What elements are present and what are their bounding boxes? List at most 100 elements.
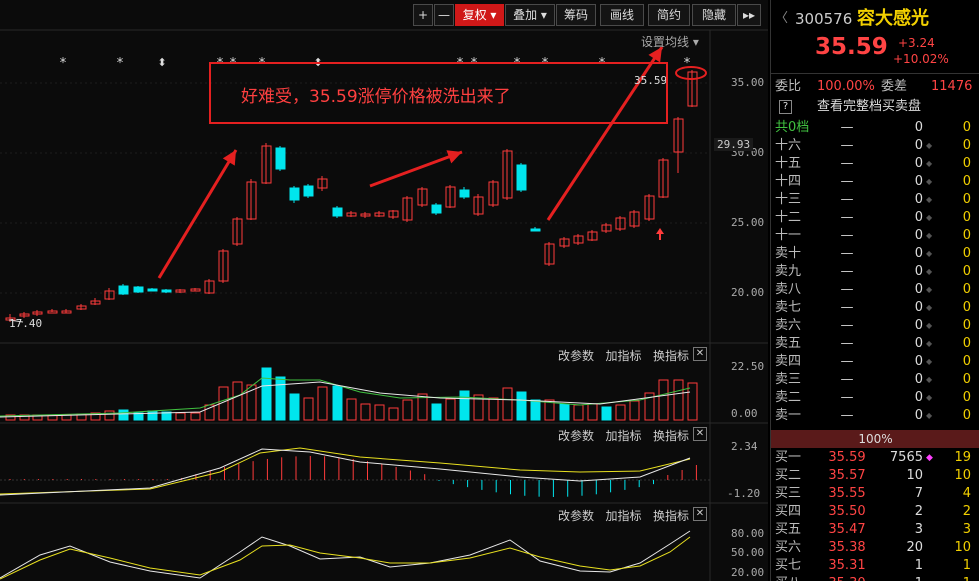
sell-level-label: 卖七 [775, 300, 802, 315]
gaicanshu-button[interactable]: 改参数 [558, 509, 594, 523]
buy-row[interactable]: 买二 35.57 10 10 [771, 467, 979, 485]
gaicanshu-button[interactable]: 改参数 [558, 349, 594, 363]
sell-row[interactable]: 卖二 —0 ◆ 0 [771, 389, 979, 407]
sell-qty: 0 [914, 408, 923, 423]
buy-row[interactable]: 买七 35.31 1 1 [771, 557, 979, 575]
chouma-button[interactable]: 筹码 [556, 4, 596, 26]
buy-level-label: 买七 [775, 558, 802, 573]
buy-qty: 7 [914, 486, 923, 501]
sell-row[interactable]: 卖六 —0 ◆ 0 [771, 317, 979, 335]
buy-row[interactable]: 买一 35.59 7565 ◆ 19 [771, 449, 979, 467]
sell-row[interactable]: 十六 —0 ◆ 0 [771, 137, 979, 155]
buy-level-label: 买四 [775, 504, 802, 519]
candle-body [161, 289, 172, 293]
fuquan-button[interactable]: 复权 ▾ [455, 4, 504, 26]
sell-row[interactable]: 十三 —0 ◆ 0 [771, 191, 979, 209]
sell-summary-row[interactable]: 共0档 — 0 0 [771, 119, 979, 137]
buy-row[interactable]: 买六 35.38 20 10 [771, 539, 979, 557]
zoom-in-button[interactable]: + [413, 4, 433, 26]
diejia-button[interactable]: 叠加 ▾ [505, 4, 555, 26]
huanzhibiao-button[interactable]: 换指标 [653, 509, 689, 523]
buy-price: 35.50 [828, 504, 866, 519]
sell-row[interactable]: 卖四 —0 ◆ 0 [771, 353, 979, 371]
panel3-close-icon[interactable]: ✕ [693, 507, 707, 521]
full-orderbook-link[interactable]: ? 查看完整档买卖盘 [771, 98, 979, 118]
buy-count: 10 [954, 540, 971, 555]
huaxian-button[interactable]: 画线 [600, 4, 644, 26]
diamond-icon: ◆ [926, 411, 933, 420]
volume-bar [374, 404, 385, 421]
sell-row[interactable]: 卖八 —0 ◆ 0 [771, 281, 979, 299]
candle-body [147, 288, 158, 292]
buy-qty: 20 [906, 540, 923, 555]
panel1-close-icon[interactable]: ✕ [693, 347, 707, 361]
jianyue-button[interactable]: 简约 [648, 4, 690, 26]
annotation-circle [675, 66, 707, 80]
fuquan-label: 复权 [462, 8, 487, 22]
sell-level-label: 卖九 [775, 264, 802, 279]
buy-count: 2 [962, 504, 971, 519]
buy-row[interactable]: 买三 35.55 7 4 [771, 485, 979, 503]
volume-bar [204, 404, 215, 421]
annotation-text: 好难受，35.59涨停价格被洗出来了 [241, 87, 511, 107]
sell-row[interactable]: 卖五 —0 ◆ 0 [771, 335, 979, 353]
buy-price: 35.38 [828, 540, 866, 555]
macd-dea-line [0, 447, 691, 495]
sell-level-label: 十五 [775, 156, 802, 171]
jiazhibiao-button[interactable]: 加指标 [605, 349, 641, 363]
buy-row[interactable]: 买五 35.47 3 3 [771, 521, 979, 539]
volume-bar [601, 406, 612, 421]
jiazhibiao-button[interactable]: 加指标 [605, 429, 641, 443]
buy-level-label: 买一 [775, 450, 802, 465]
volume-bar [488, 397, 499, 421]
sell-row[interactable]: 卖三 —0 ◆ 0 [771, 371, 979, 389]
sell-count: 0 [962, 210, 971, 225]
sell-price: — [840, 336, 854, 351]
buy-row[interactable]: 买四 35.50 2 2 [771, 503, 979, 521]
price-block: 35.59 +3.24 +10.02% [771, 36, 979, 67]
sell-row[interactable]: 卖十 —0 ◆ 0 [771, 245, 979, 263]
candle-body [303, 185, 314, 197]
sell-row[interactable]: 十一 —0 ◆ 0 [771, 227, 979, 245]
sell-qty: 0 [914, 264, 923, 279]
more-button[interactable]: ▸▸ [737, 4, 761, 26]
sell-row[interactable]: 卖九 —0 ◆ 0 [771, 263, 979, 281]
candle-body [332, 207, 343, 217]
candle-body [133, 286, 144, 293]
sell-row[interactable]: 十五 —0 ◆ 0 [771, 155, 979, 173]
volume-bar [261, 367, 272, 421]
gaicanshu-button[interactable]: 改参数 [558, 429, 594, 443]
panel3-header: 改参数 加指标 换指标 [558, 507, 689, 524]
sell-row[interactable]: 卖一 —0 ◆ 0 [771, 407, 979, 425]
diamond-icon: ◆ [926, 195, 933, 204]
huanzhibiao-button[interactable]: 换指标 [653, 429, 689, 443]
buy-price: 35.47 [828, 522, 866, 537]
event-marker-icon: * [60, 56, 67, 71]
sell-row[interactable]: 十四 —0 ◆ 0 [771, 173, 979, 191]
sell-price: — [840, 156, 854, 171]
sell-qty: 0 [914, 246, 923, 261]
jiazhibiao-button[interactable]: 加指标 [605, 509, 641, 523]
sell-qty: 0 [914, 300, 923, 315]
yincang-button[interactable]: 隐藏 [692, 4, 736, 26]
buy-level-label: 买三 [775, 486, 802, 501]
volume-bar [303, 397, 314, 421]
sell-price: — [840, 120, 854, 135]
sell-count: 0 [962, 174, 971, 189]
sell-row[interactable]: 卖七 —0 ◆ 0 [771, 299, 979, 317]
sell-qty: 0 [914, 138, 923, 153]
panel2-close-icon[interactable]: ✕ [693, 427, 707, 441]
buy-row[interactable]: 买八 35.30 1 1 [771, 575, 979, 581]
collapse-icon[interactable]: 〈 [775, 8, 788, 30]
huanzhibiao-button[interactable]: 换指标 [653, 349, 689, 363]
zoom-out-button[interactable]: — [434, 4, 454, 26]
weibi-row: 委比 100.00% 委差 11476 [771, 78, 979, 96]
panel2-tick: -1.20 [727, 487, 761, 500]
panel1-tick: 0.00 [731, 407, 758, 420]
sell-level-label: 共0档 [775, 120, 810, 135]
ma-settings-button[interactable]: 设置均线 ▾ [641, 33, 699, 50]
buy-level-label: 买五 [775, 522, 802, 537]
sell-price: — [840, 300, 854, 315]
volume-bar [530, 399, 541, 421]
sell-row[interactable]: 十二 —0 ◆ 0 [771, 209, 979, 227]
